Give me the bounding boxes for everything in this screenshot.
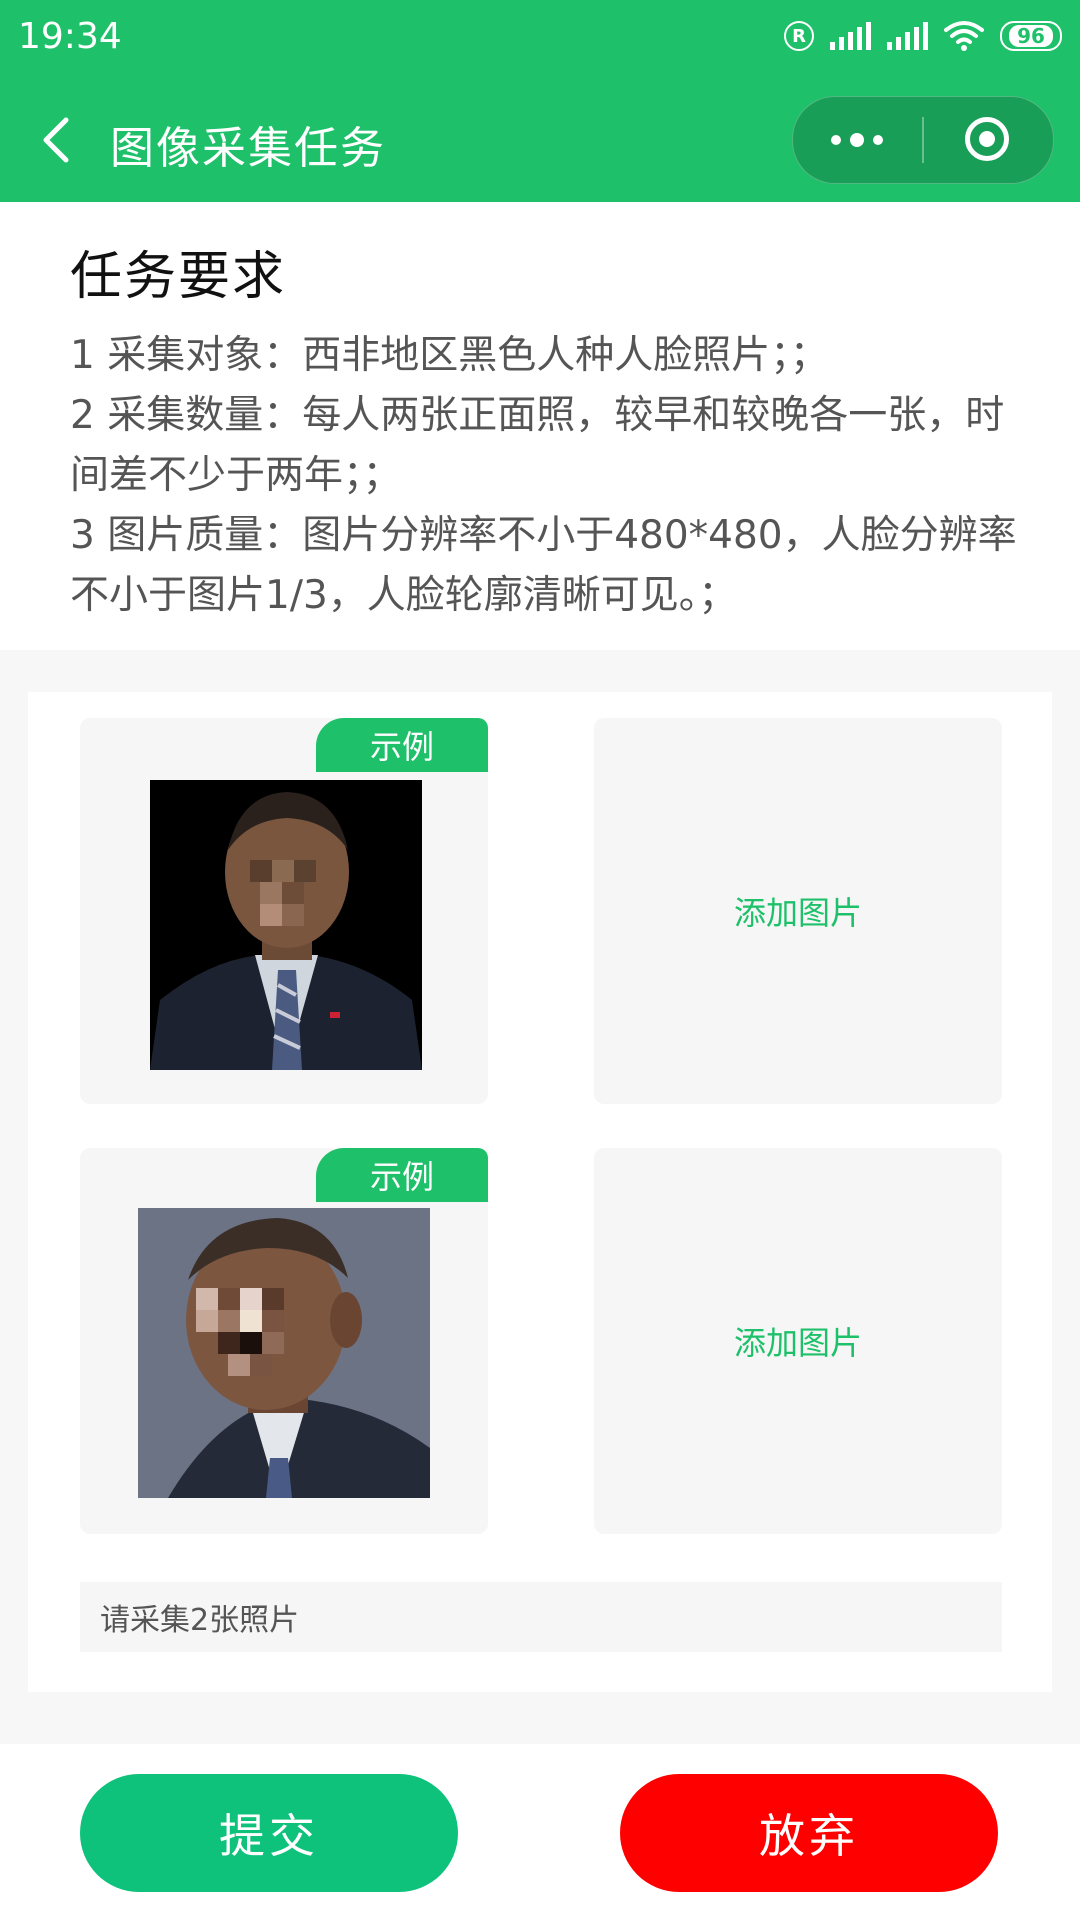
status-icons: R 96 (784, 16, 1062, 56)
upload-hint: 请采集2张照片 (80, 1582, 1002, 1652)
requirement-line: 1 采集对象：西非地区黑色人种人脸照片；； (70, 333, 829, 378)
more-button[interactable] (793, 97, 921, 183)
add-image-slot[interactable]: 添加图片 (594, 1148, 1002, 1534)
signal-icon (830, 22, 871, 50)
example-badge: 示例 (316, 718, 488, 772)
example-photo-slot: 示例 (80, 718, 488, 1104)
more-icon (831, 133, 883, 147)
signal-icon (887, 22, 928, 50)
example-photo-slot: 示例 (80, 1148, 488, 1534)
status-bar: 19:34 R 96 (0, 0, 1080, 78)
back-button[interactable] (30, 108, 90, 172)
abandon-button[interactable]: 放弃 (620, 1774, 998, 1892)
nav-bar: 图像采集任务 (0, 78, 1080, 202)
example-badge: 示例 (316, 1148, 488, 1202)
portrait-illustration (150, 780, 422, 1070)
menu-capsule (792, 96, 1054, 184)
battery-level: 96 (1009, 25, 1053, 47)
example-photo (150, 780, 422, 1070)
example-photo (138, 1208, 430, 1498)
submit-button[interactable]: 提交 (80, 1774, 458, 1892)
chevron-left-icon (43, 117, 69, 163)
screen: 19:34 R 96 图像采集任务 任务要求 1 采集对象：西非地区黑色人种人脸… (0, 0, 1080, 1920)
registered-icon: R (784, 21, 814, 51)
add-image-slot[interactable]: 添加图片 (594, 718, 1002, 1104)
requirement-line: 2 采集数量：每人两张正面照，较早和较晚各一张，时间差不少于两年；； (70, 393, 1005, 498)
requirement-line: 3 图片质量：图片分辨率不小于480*480，人脸分辨率不小于图片1/3，人脸轮… (70, 513, 1017, 618)
status-time: 19:34 (18, 16, 122, 57)
requirements-body: 1 采集对象：西非地区黑色人种人脸照片；； 2 采集数量：每人两张正面照，较早和… (70, 326, 1020, 626)
battery-icon: 96 (1000, 21, 1062, 51)
bottom-action-bar: 提交 放弃 (0, 1744, 1080, 1920)
page-title: 图像采集任务 (110, 123, 386, 174)
wifi-icon (944, 21, 984, 51)
capsule-divider (922, 117, 924, 163)
target-icon (965, 117, 1009, 161)
add-image-button[interactable]: 添加图片 (594, 1148, 1002, 1534)
requirements-heading: 任务要求 (70, 247, 287, 307)
upload-card: 示例 添加图片 示例 添加图片 请采集2张照片 (28, 692, 1052, 1692)
requirements-section: 任务要求 1 采集对象：西非地区黑色人种人脸照片；； 2 采集数量：每人两张正面… (0, 202, 1080, 650)
portrait-illustration (138, 1208, 430, 1498)
close-miniprogram-button[interactable] (925, 97, 1053, 183)
add-image-button[interactable]: 添加图片 (594, 718, 1002, 1104)
